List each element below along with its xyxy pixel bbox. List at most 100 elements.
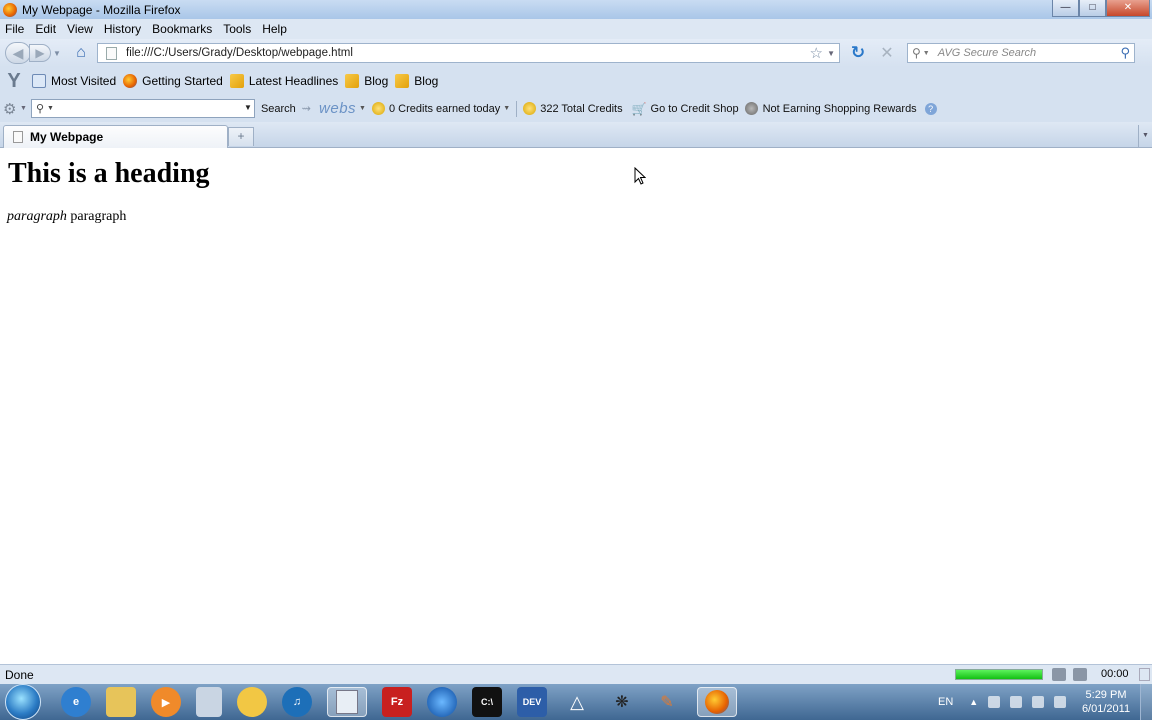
progress-fill [956, 670, 1042, 679]
bookmark-label: Blog [364, 74, 389, 88]
menu-view[interactable]: View [67, 22, 93, 36]
gear-icon[interactable]: ⚙ [3, 100, 19, 118]
bookmark-getting-started[interactable]: Getting Started [123, 74, 223, 88]
url-dropdown-icon[interactable]: ▼ [827, 49, 835, 58]
menu-edit[interactable]: Edit [35, 22, 56, 36]
clock[interactable]: 5:29 PM 6/01/2011 [1078, 688, 1134, 716]
page-icon [13, 131, 23, 143]
search-go-icon[interactable]: ⚲ [1120, 45, 1130, 61]
list-all-tabs-icon[interactable]: ▼ [1138, 125, 1152, 147]
url-text[interactable]: file:///C:/Users/Grady/Desktop/webpage.h… [126, 47, 353, 59]
status-icons [1052, 668, 1094, 681]
firefox-taskbar-icon[interactable] [697, 687, 737, 717]
timer-text: 00:00 [1101, 668, 1129, 680]
maximize-button[interactable]: □ [1079, 0, 1106, 17]
stop-button[interactable]: ✕ [876, 43, 898, 63]
menu-tools[interactable]: Tools [223, 22, 251, 36]
resize-grip-icon[interactable] [1139, 668, 1150, 681]
clock-time: 5:29 PM [1085, 689, 1127, 701]
google-earth-icon[interactable] [427, 687, 457, 717]
avg-status-icon[interactable] [1073, 668, 1087, 681]
new-tab-button[interactable]: + [228, 127, 254, 146]
search-engine-dropdown-icon[interactable]: ▼ [923, 50, 930, 57]
internet-explorer-icon[interactable]: e [61, 687, 91, 717]
network-icon[interactable] [988, 696, 1001, 708]
avg-logo-icon[interactable]: Y [3, 70, 25, 92]
windows-explorer-icon[interactable] [106, 687, 136, 717]
url-bar[interactable]: file:///C:/Users/Grady/Desktop/webpage.h… [97, 43, 840, 63]
filezilla-icon[interactable]: Fz [382, 687, 412, 717]
magnifier-icon: ⚲ [35, 103, 44, 115]
action-center-icon[interactable] [1032, 696, 1045, 708]
status-bar: Done 00:00 [0, 664, 1152, 684]
pencil-icon[interactable]: ✎ [652, 687, 682, 717]
credit-shop-link[interactable]: 🛒 Go to Credit Shop [632, 102, 739, 116]
window-title: My Webpage - Mozilla Firefox [22, 2, 181, 17]
menu-history[interactable]: History [104, 22, 141, 36]
window-controls: — □ ✕ [1052, 0, 1150, 17]
credits-today-label: 0 Credits earned today [388, 102, 501, 115]
bookmark-label: Most Visited [51, 74, 117, 88]
rewards-status-icon [744, 102, 758, 115]
paint-icon[interactable] [237, 687, 267, 717]
credits-dropdown-icon[interactable]: ▼ [503, 105, 510, 112]
bookmark-latest-headlines[interactable]: Latest Headlines [229, 74, 338, 88]
shopping-rewards[interactable]: Not Earning Shopping Rewards [744, 102, 917, 115]
smiley-coin-icon [371, 102, 385, 115]
magnifier-dropdown-icon[interactable]: ▼ [47, 105, 54, 112]
itunes-icon[interactable]: ♫ [282, 687, 312, 717]
page-icon [106, 46, 117, 60]
close-button[interactable]: ✕ [1106, 0, 1150, 17]
show-desktop-button[interactable] [1140, 684, 1152, 720]
reload-button[interactable]: ↻ [847, 43, 869, 63]
cmd-icon[interactable]: C:\ [472, 687, 502, 717]
navigation-toolbar: ◀ ▶ ▼ ⌂ file:///C:/Users/Grady/Desktop/w… [0, 39, 1152, 67]
shopping-cart-icon: 🛒 [631, 101, 647, 116]
search-engine-icon[interactable]: ⚲ [912, 46, 921, 60]
start-button[interactable] [5, 684, 41, 720]
back-button[interactable]: ◀ [5, 42, 31, 64]
dev-cpp-icon[interactable]: DEV [517, 687, 547, 717]
bookmark-blog-2[interactable]: Blog [395, 74, 438, 88]
search-bar[interactable]: ⚲ ▼ AVG Secure Search ⚲ [907, 43, 1135, 63]
tray-app-icon[interactable] [1054, 696, 1067, 708]
webs-logo[interactable]: webs [319, 100, 356, 117]
notepad-icon[interactable] [327, 687, 367, 717]
bookmark-most-visited[interactable]: Most Visited [32, 74, 116, 88]
rss-feed-icon [345, 74, 360, 88]
title-bar: My Webpage - Mozilla Firefox — □ ✕ [0, 0, 1152, 19]
total-credits[interactable]: 322 Total Credits [523, 102, 623, 115]
history-dropdown-icon[interactable]: ▼ [53, 49, 65, 58]
language-indicator[interactable]: EN [938, 696, 953, 708]
taskbar: e ▶ ♫ Fz C:\ DEV △ ❋ ✎ EN ▲ 5:29 PM 6/01… [0, 684, 1152, 720]
menu-file[interactable]: File [5, 22, 24, 36]
home-button[interactable]: ⌂ [71, 44, 91, 62]
addon-status-icon[interactable] [1052, 668, 1066, 681]
forward-button[interactable]: ▶ [29, 44, 51, 62]
coins-icon [523, 102, 537, 115]
help-icon[interactable]: ? [924, 102, 937, 115]
bookmark-star-icon[interactable]: ☆ [810, 44, 823, 62]
menu-help[interactable]: Help [262, 22, 287, 36]
menu-bookmarks[interactable]: Bookmarks [152, 22, 212, 36]
inkscape-icon[interactable]: ❋ [607, 687, 637, 717]
page-heading: This is a heading [8, 158, 210, 189]
calculator-icon[interactable] [196, 687, 222, 717]
rss-feed-icon [395, 74, 410, 88]
minimize-button[interactable]: — [1052, 0, 1079, 17]
bookmark-blog[interactable]: Blog [345, 74, 388, 88]
rewards-label: Not Earning Shopping Rewards [762, 102, 917, 115]
credits-today[interactable]: 0 Credits earned today ▼ [371, 102, 510, 115]
volume-icon[interactable] [1010, 696, 1023, 708]
unity-icon[interactable]: △ [562, 687, 592, 717]
gear-dropdown-icon[interactable]: ▼ [20, 105, 27, 112]
firefox-logo-icon [3, 2, 17, 17]
show-hidden-icons[interactable]: ▲ [969, 697, 978, 707]
chevron-down-icon[interactable]: ▼ [244, 103, 252, 112]
search-placeholder[interactable]: AVG Secure Search [938, 47, 1036, 59]
webs-dropdown-icon[interactable]: ▼ [359, 105, 366, 112]
media-player-icon[interactable]: ▶ [151, 687, 181, 717]
avg-search-button[interactable]: Search [261, 103, 296, 115]
tab-my-webpage[interactable]: My Webpage [3, 125, 228, 148]
avg-search-input[interactable]: ⚲ ▼ ▼ [30, 99, 255, 118]
